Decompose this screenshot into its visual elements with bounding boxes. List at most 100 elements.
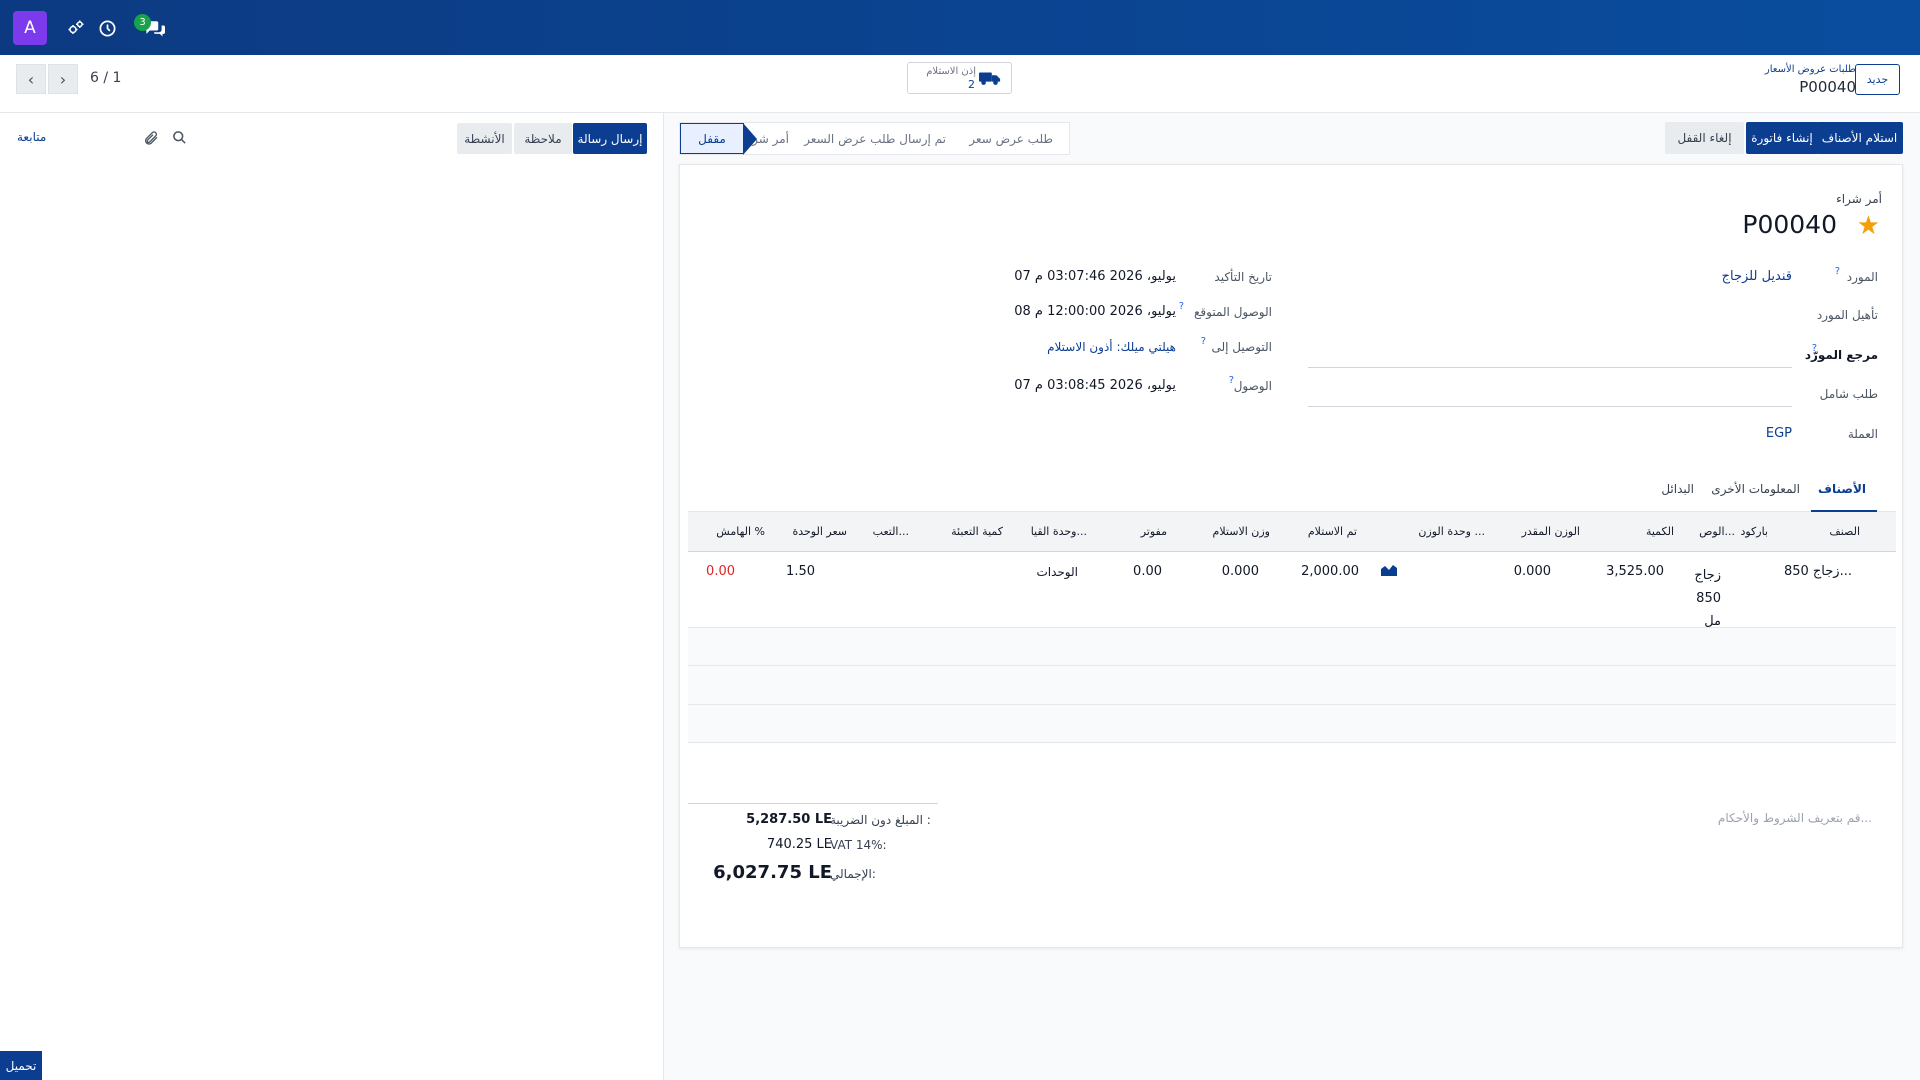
- blanket-order-label: طلب شامل: [1819, 387, 1878, 401]
- pager-value[interactable]: 6 / 1: [90, 70, 121, 86]
- pager-previous-button[interactable]: ‹: [16, 64, 46, 94]
- receive-products-button[interactable]: استلام الأصناف: [1816, 122, 1903, 154]
- empty-row: [688, 628, 1896, 665]
- new-button[interactable]: جديد: [1855, 64, 1900, 95]
- order-lines-header: الصنف باركود الوص... الكمية الوزن المقدر…: [688, 512, 1896, 552]
- row-quantity[interactable]: 3,525.00: [1606, 564, 1664, 579]
- row-uom[interactable]: الوحدات: [1036, 565, 1078, 579]
- user-avatar[interactable]: A: [13, 11, 47, 45]
- col-barcode[interactable]: باركود: [1740, 525, 1768, 538]
- row-description[interactable]: زجاج 850 مل: [1681, 564, 1721, 633]
- vendor-label: المورد: [1846, 270, 1878, 284]
- vat-value: 740.25 LE: [766, 837, 832, 852]
- record-name: P00040: [1742, 210, 1837, 239]
- col-product[interactable]: الصنف: [1829, 525, 1860, 538]
- star-icon[interactable]: ★: [1857, 211, 1880, 241]
- tab-other-info[interactable]: المعلومات الأخرى: [1711, 482, 1800, 496]
- chevron-right-icon: ›: [59, 69, 67, 89]
- upload-button[interactable]: تحميل: [0, 1051, 42, 1080]
- col-received[interactable]: تم الاستلام: [1308, 525, 1357, 538]
- pager-next-button[interactable]: ›: [48, 64, 78, 94]
- help-icon[interactable]: ?: [1201, 336, 1206, 347]
- receipt-smart-button[interactable]: إذن الاستلام 2: [907, 62, 1012, 94]
- untaxed-amount-value: 5,287.50 LE: [746, 812, 832, 827]
- breadcrumb-current: P00040: [1799, 78, 1856, 96]
- vendor-reference-input[interactable]: [1308, 367, 1792, 368]
- top-navbar: A 3: [0, 0, 1920, 55]
- tab-alternatives[interactable]: البدائل: [1661, 482, 1694, 496]
- col-weight-uom[interactable]: وحدة الوزن ...: [1418, 525, 1485, 538]
- empty-row: [688, 666, 1896, 704]
- blanket-order-input[interactable]: [1308, 406, 1792, 407]
- row-estimated-weight[interactable]: 0.000: [1514, 564, 1551, 579]
- empty-row: [688, 705, 1896, 742]
- row-unit-price[interactable]: 1.50: [786, 564, 815, 579]
- col-description[interactable]: الوص...: [1699, 525, 1735, 538]
- terms-and-conditions-input[interactable]: قم بتعريف الشروط والأحكام...: [1718, 811, 1872, 825]
- help-icon[interactable]: ?: [1812, 343, 1817, 354]
- help-icon[interactable]: ?: [1835, 266, 1840, 277]
- stage-rfq[interactable]: طلب عرض سعر: [969, 132, 1053, 146]
- search-icon[interactable]: [172, 130, 187, 149]
- stage-locked[interactable]: مقفل: [680, 123, 757, 155]
- vendor-field[interactable]: قنديل للزجاج: [1722, 269, 1792, 284]
- activities-button[interactable]: الأنشطة: [457, 123, 512, 154]
- col-quantity[interactable]: الكمية: [1646, 525, 1674, 538]
- arrival-label: الوصول: [1233, 379, 1272, 393]
- row-billed[interactable]: 0.00: [1133, 564, 1162, 579]
- log-note-button[interactable]: ملاحظة: [514, 123, 572, 154]
- col-margin[interactable]: الهامش %: [716, 525, 765, 538]
- row-received-weight[interactable]: 0.000: [1222, 564, 1259, 579]
- confirmation-date-label: تاريخ التأكيد: [1214, 270, 1272, 284]
- truck-icon: [979, 70, 1001, 90]
- row-received[interactable]: 2,000.00: [1301, 564, 1359, 579]
- untaxed-amount-label: المبلغ دون الضريبة :: [830, 813, 931, 827]
- vendor-qualification-label: تأهيل المورد: [1816, 308, 1878, 322]
- col-uom[interactable]: وحدة القيا...: [1031, 525, 1087, 538]
- col-unit-price[interactable]: سعر الوحدة: [792, 525, 847, 538]
- total-value: 6,027.75 LE: [713, 862, 832, 883]
- create-bill-button[interactable]: إنشاء فاتورة: [1746, 122, 1818, 154]
- breadcrumb-parent[interactable]: طلبات عروض الأسعار: [1765, 64, 1856, 75]
- row-margin[interactable]: 0.00: [706, 564, 735, 579]
- col-billed[interactable]: مفوتر: [1141, 525, 1167, 538]
- row-description-line: زجاج: [1694, 568, 1721, 583]
- currency-label: العملة: [1847, 427, 1878, 441]
- stage-rfq-sent[interactable]: تم إرسال طلب عرض السعر: [804, 132, 946, 146]
- clock-icon[interactable]: [95, 16, 119, 40]
- chatter-panel: متابعة الأنشطة ملاحظة إرسال رسالة تحميل: [0, 113, 664, 1080]
- expected-arrival-label: الوصول المتوقع: [1194, 305, 1272, 319]
- help-icon[interactable]: ?: [1229, 375, 1234, 386]
- gear-icon[interactable]: [64, 16, 88, 40]
- row-divider: [688, 742, 1896, 743]
- follow-button[interactable]: متابعة: [17, 130, 46, 144]
- col-packaging-qty[interactable]: كمية التعبئة: [951, 525, 1003, 538]
- row-product[interactable]: زجاج 850...: [1784, 564, 1852, 579]
- total-label: الإجمالي:: [830, 867, 876, 881]
- totals-divider: [688, 803, 938, 804]
- arrival-value[interactable]: 07 يوليو، 2026 03:08:45 م: [1014, 378, 1176, 393]
- row-description-line: 850: [1696, 591, 1721, 606]
- send-message-button[interactable]: إرسال رسالة: [573, 123, 647, 154]
- expected-arrival-value[interactable]: 08 يوليو، 2026 12:00:00 م: [1014, 304, 1176, 319]
- smart-button-title: إذن الاستلام: [926, 66, 976, 77]
- col-received-weight[interactable]: وزن الاستلام: [1213, 525, 1270, 538]
- smart-button-count: 2: [968, 78, 975, 91]
- col-packaging[interactable]: التعب...: [873, 525, 909, 538]
- deliver-to-label: التوصيل إلى: [1211, 340, 1272, 354]
- col-estimated-weight[interactable]: الوزن المقدر: [1522, 525, 1580, 538]
- status-bar: طلب عرض سعر تم إرسال طلب عرض السعر أمر ش…: [679, 122, 1070, 155]
- chevron-left-icon: ‹: [27, 69, 35, 89]
- confirmation-date-value[interactable]: 07 يوليو، 2026 03:07:46 م: [1014, 269, 1176, 284]
- tab-products[interactable]: الأصناف: [1818, 482, 1866, 496]
- currency-field[interactable]: EGP: [1766, 426, 1792, 441]
- record-type-label: أمر شراء: [1836, 192, 1882, 206]
- form-sheet: أمر شراء P00040 ★ المورد ? قنديل للزجاج …: [679, 164, 1903, 948]
- forecast-chart-icon[interactable]: [1381, 563, 1397, 580]
- messages-badge: 3: [134, 14, 151, 31]
- control-bar: ‹ › 6 / 1 إذن الاستلام 2 طلبات عروض الأس…: [0, 55, 1920, 113]
- paperclip-icon[interactable]: [143, 130, 159, 150]
- unlock-button[interactable]: إلغاء القفل: [1665, 122, 1744, 154]
- help-icon[interactable]: ?: [1179, 301, 1184, 312]
- deliver-to-field[interactable]: هيلتي ميلك: أذون الاستلام: [1047, 340, 1176, 354]
